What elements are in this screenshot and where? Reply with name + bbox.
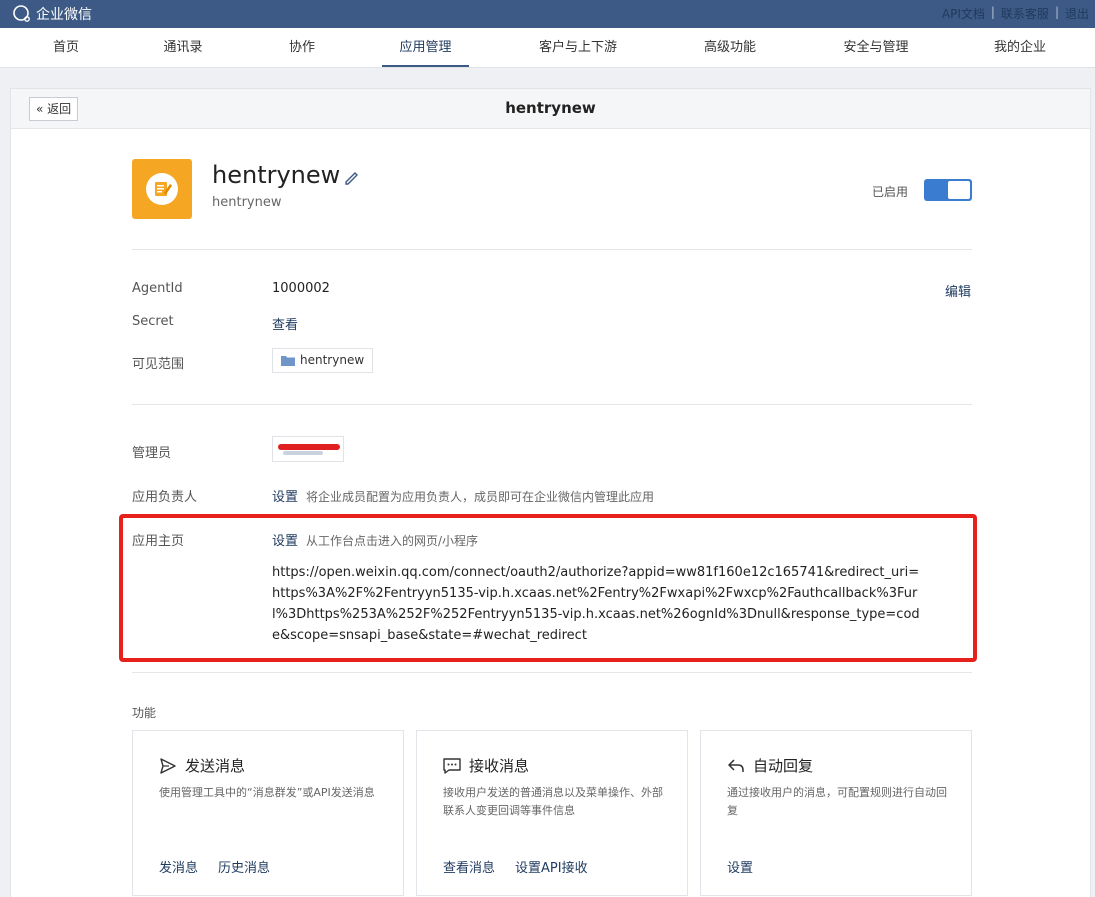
nav-item-app-management[interactable]: 应用管理 [382,28,469,68]
send-message-title-row: 发送消息 [159,755,245,776]
admin-avatar[interactable] [272,436,344,462]
send-icon [160,757,176,774]
send-message-links: 发消息 历史消息 [159,857,290,876]
nav-item-home[interactable]: 首页 [36,28,96,68]
logout-link[interactable]: 退出 [1059,5,1095,22]
owner-set-button[interactable]: 设置 [272,490,298,505]
message-icon [443,757,461,774]
logo-text: 企业微信 [36,7,92,23]
view-messages-link[interactable]: 查看消息 [443,857,495,876]
agentid-value: 1000002 [272,281,330,296]
page-title: hentrynew [505,99,596,117]
top-links: API文档 | 联系客服 | 退出 [936,5,1095,22]
auto-reply-settings-link[interactable]: 设置 [727,857,753,876]
agentid-label: AgentId [132,281,183,296]
redaction-mark [278,444,340,450]
secret-label: Secret [132,314,174,329]
note-edit-icon [155,182,172,196]
contact-support-link[interactable]: 联系客服 [995,5,1055,22]
nav-item-security[interactable]: 安全与管理 [826,28,926,68]
divider [132,249,972,250]
wecom-logo-icon [13,5,30,22]
divider [132,404,972,405]
owner-description: 将企业成员配置为应用负责人，成员即可在企业微信内管理此应用 [306,490,655,504]
nav-item-collaboration[interactable]: 协作 [272,28,332,68]
api-docs-link[interactable]: API文档 [936,5,991,22]
app-name: hentrynew [212,161,341,189]
app-icon-badge [146,173,178,205]
admin-label: 管理员 [132,446,172,461]
set-api-receive-link[interactable]: 设置API接收 [515,857,588,876]
divider [132,672,972,673]
top-link-separator: | [990,5,995,19]
send-message-desc: 使用管理工具中的“消息群发”或API发送消息 [159,786,375,799]
folder-icon [281,356,295,366]
history-message-link[interactable]: 历史消息 [218,857,270,876]
send-message-title: 发送消息 [185,757,246,775]
nav-item-my-enterprise[interactable]: 我的企业 [980,28,1060,68]
receive-message-desc: 接收用户发送的普通消息以及菜单操作、外部联系人变更回调等事件信息 [443,786,663,817]
app-subtitle: hentrynew [212,195,282,210]
receive-message-card: 接收消息 接收用户发送的普通消息以及菜单操作、外部联系人变更回调等事件信息 查看… [416,730,688,896]
send-message-link[interactable]: 发消息 [159,857,198,876]
auto-reply-desc: 通过接收用户的消息，可配置规则进行自动回复 [727,786,947,817]
enable-toggle[interactable] [924,179,972,201]
app-detail-card: « 返回 hentrynew hentrynew hentrynew 已启用 A… [10,88,1091,897]
toggle-knob [948,181,970,199]
top-link-separator: | [1054,5,1059,19]
functions-section-label: 功能 [132,706,157,720]
nav-item-advanced[interactable]: 高级功能 [688,28,772,68]
app-icon [132,159,192,219]
owner-label: 应用负责人 [132,490,198,505]
view-secret-button[interactable]: 查看 [272,314,298,333]
top-bar: 企业微信 API文档 | 联系客服 | 退出 [0,0,1095,28]
scope-label: 可见范围 [132,357,185,372]
auto-reply-title: 自动回复 [753,757,814,775]
auto-reply-title-row: 自动回复 [727,755,813,776]
receive-message-links: 查看消息 设置API接收 [443,857,608,876]
highlight-box [119,514,977,662]
auto-reply-card: 自动回复 通过接收用户的消息，可配置规则进行自动回复 设置 [700,730,972,896]
logo[interactable]: 企业微信 [12,4,92,24]
card-header: « 返回 hentrynew [11,89,1090,129]
main-nav: 首页 通讯录 协作 应用管理 客户与上下游 高级功能 安全与管理 我的企业 [0,28,1095,68]
owner-row: 设置 将企业成员配置为应用负责人，成员即可在企业微信内管理此应用 [272,486,654,505]
reply-icon [728,758,744,772]
pencil-icon[interactable] [344,169,360,185]
scope-value: hentrynew [300,353,365,367]
send-message-card: 发送消息 使用管理工具中的“消息群发”或API发送消息 发消息 历史消息 [132,730,404,896]
edit-button[interactable]: 编辑 [945,281,971,300]
redaction-mark [283,451,323,455]
status-label: 已启用 [872,185,909,199]
receive-message-title: 接收消息 [469,757,530,775]
nav-item-customers[interactable]: 客户与上下游 [520,28,636,68]
nav-item-contacts[interactable]: 通讯录 [148,28,218,68]
receive-message-title-row: 接收消息 [443,755,529,776]
nav-active-indicator [382,65,469,67]
auto-reply-links: 设置 [727,857,773,876]
scope-tag[interactable]: hentrynew [272,348,374,373]
